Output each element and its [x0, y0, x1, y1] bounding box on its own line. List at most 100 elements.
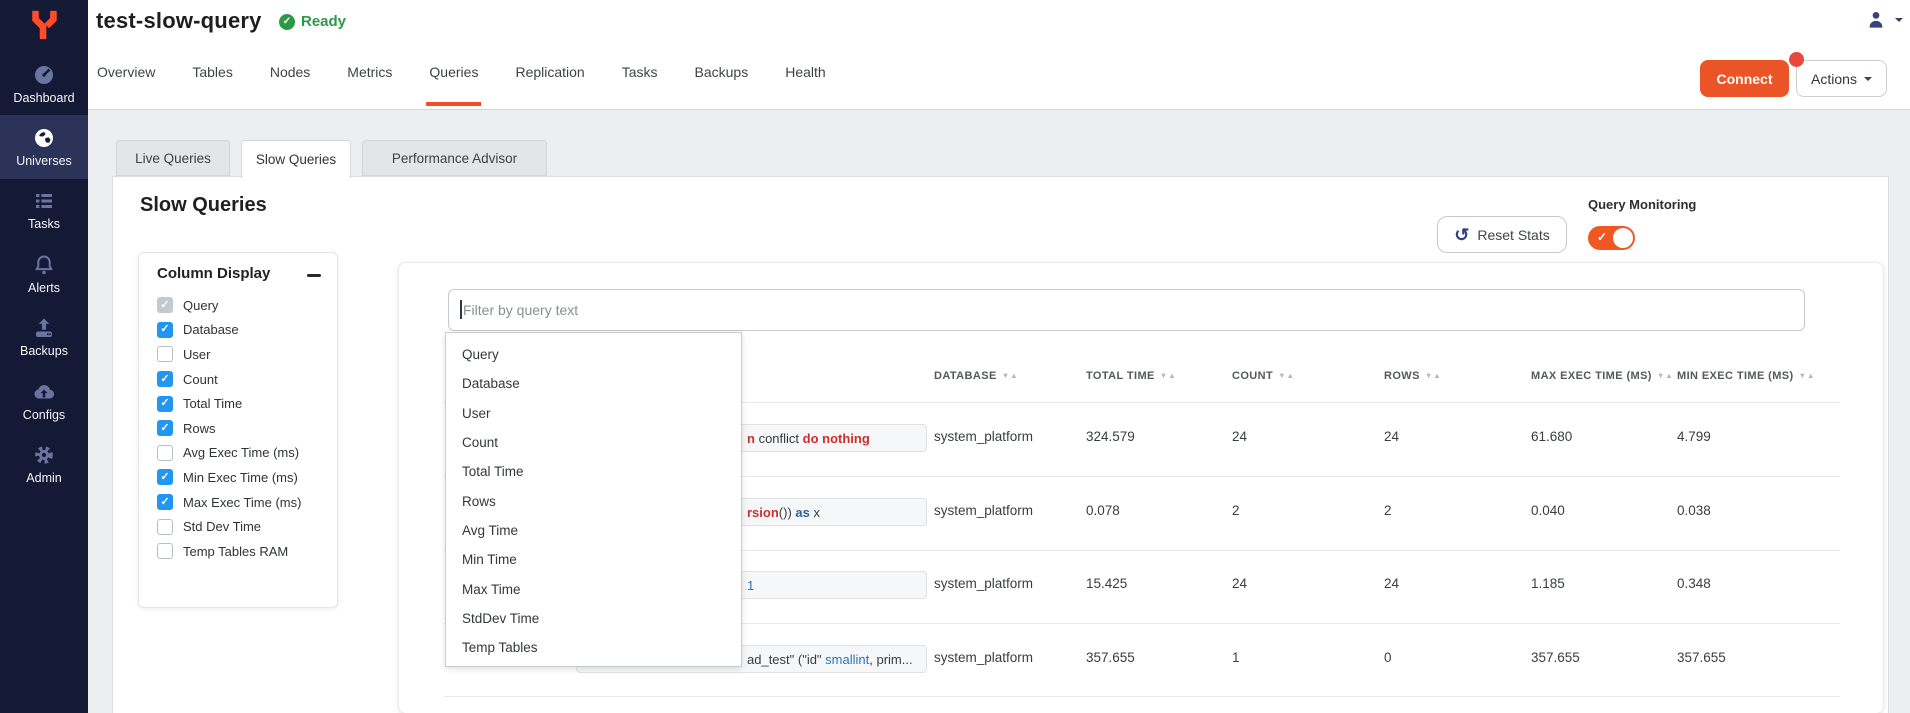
column-header-total-time[interactable]: TOTAL TIME▼▲: [1086, 370, 1177, 382]
dropdown-item-total-time[interactable]: Total Time: [446, 457, 741, 486]
column-option-query[interactable]: ✓ Query: [157, 293, 329, 318]
column-option-temp-tables-ram[interactable]: Temp Tables RAM: [157, 539, 329, 564]
column-option-total-time[interactable]: ✓ Total Time: [157, 391, 329, 416]
column-header-count[interactable]: COUNT▼▲: [1232, 370, 1295, 382]
sidebar-item-tasks[interactable]: Tasks: [0, 179, 88, 242]
column-header-min-exec-time-ms[interactable]: MIN EXEC TIME (MS)▼▲: [1677, 370, 1815, 382]
column-header-label: TOTAL TIME: [1086, 370, 1155, 382]
checkbox-std-dev-time[interactable]: [157, 519, 173, 535]
total-time-cell: 324.579: [1086, 429, 1135, 444]
dropdown-item-avg-time[interactable]: Avg Time: [446, 516, 741, 545]
gear-icon: [32, 443, 56, 467]
sidebar-item-label: Universes: [16, 154, 72, 168]
column-display-list: ✓Query✓DatabaseUser✓Count✓Total Time✓Row…: [157, 293, 329, 564]
column-option-user[interactable]: User: [157, 342, 329, 367]
checkbox-count[interactable]: ✓: [157, 371, 173, 387]
checkbox-label: Total Time: [183, 396, 242, 411]
column-option-rows[interactable]: ✓Rows: [157, 416, 329, 441]
checkbox-label: User: [183, 347, 210, 362]
subtab-slow-queries[interactable]: Slow Queries: [241, 140, 351, 178]
checkbox-label: Query: [183, 298, 218, 313]
notification-dot: [1789, 52, 1804, 67]
subtab-live-queries[interactable]: Live Queries: [116, 140, 230, 176]
collapse-minus-icon[interactable]: [307, 274, 321, 277]
query-token: as: [795, 505, 809, 520]
dropdown-item-min-time[interactable]: Min Time: [446, 545, 741, 574]
dropdown-item-query[interactable]: Query: [446, 340, 741, 369]
sidebar-item-label: Tasks: [28, 217, 60, 231]
tab-health[interactable]: Health: [785, 56, 825, 106]
checkbox-query[interactable]: ✓: [157, 297, 173, 313]
checkbox-database[interactable]: ✓: [157, 322, 173, 338]
checkbox-rows[interactable]: ✓: [157, 420, 173, 436]
check-icon: ✓: [160, 423, 169, 434]
checkbox-temp-tables-ram[interactable]: [157, 543, 173, 559]
connect-button[interactable]: Connect: [1700, 60, 1789, 97]
tab-tables[interactable]: Tables: [192, 56, 232, 106]
user-menu[interactable]: [1864, 8, 1903, 32]
sidebar-item-backups[interactable]: Backups: [0, 306, 88, 369]
column-option-std-dev-time[interactable]: Std Dev Time: [157, 514, 329, 539]
sort-icons: ▼▲: [1425, 371, 1442, 380]
tab-overview[interactable]: Overview: [97, 56, 155, 106]
checkbox-avg-exec-time-ms[interactable]: [157, 445, 173, 461]
sidebar-item-label: Admin: [26, 471, 61, 485]
dropdown-item-database[interactable]: Database: [446, 369, 741, 398]
sidebar-item-label: Alerts: [28, 281, 60, 295]
query-filter-input[interactable]: [448, 289, 1805, 331]
dropdown-item-max-time[interactable]: Max Time: [446, 574, 741, 603]
checkbox-max-exec-time-ms[interactable]: ✓: [157, 494, 173, 510]
column-header-database[interactable]: DATABASE▼▲: [934, 370, 1019, 382]
rows-cell: 24: [1384, 576, 1399, 591]
query-token: do nothing: [803, 431, 870, 446]
query-token: 1: [747, 578, 754, 593]
dropdown-item-count[interactable]: Count: [446, 428, 741, 457]
tab-replication[interactable]: Replication: [515, 56, 584, 106]
column-option-max-exec-time-ms[interactable]: ✓Max Exec Time (ms): [157, 490, 329, 515]
sidebar-item-admin[interactable]: Admin: [0, 432, 88, 495]
checkbox-total-time[interactable]: ✓: [157, 396, 173, 412]
sidebar-nav: Dashboard Universes Tasks Alerts BackupsConf…: [0, 52, 88, 496]
min-exec-cell: 0.348: [1677, 576, 1711, 591]
column-option-min-exec-time-ms[interactable]: ✓Min Exec Time (ms): [157, 465, 329, 490]
tab-backups[interactable]: Backups: [695, 56, 749, 106]
dropdown-item-stddev-time[interactable]: StdDev Time: [446, 604, 741, 633]
tab-metrics[interactable]: Metrics: [347, 56, 392, 106]
total-time-cell: 15.425: [1086, 576, 1127, 591]
universe-header: test-slow-query ✓ Ready OverviewTablesNo…: [88, 0, 1910, 110]
max-exec-cell: 0.040: [1531, 503, 1565, 518]
sidebar-item-dashboard[interactable]: Dashboard: [0, 52, 88, 115]
subtab-performance-advisor[interactable]: Performance Advisor: [362, 140, 547, 176]
column-option-avg-exec-time-ms[interactable]: Avg Exec Time (ms): [157, 441, 329, 466]
tab-queries[interactable]: Queries: [429, 56, 478, 106]
column-header-rows[interactable]: ROWS▼▲: [1384, 370, 1442, 382]
sidebar-item-alerts[interactable]: Alerts: [0, 242, 88, 305]
check-icon: ✓: [160, 497, 169, 508]
sidebar-item-universes[interactable]: Universes: [0, 115, 88, 178]
column-header-label: MIN EXEC TIME (MS): [1677, 370, 1794, 382]
query-token: ad_test" ("id": [747, 652, 825, 667]
reset-stats-button[interactable]: ↺ Reset Stats: [1437, 216, 1567, 253]
column-option-count[interactable]: ✓Count: [157, 367, 329, 392]
chevron-down-icon: [1895, 18, 1903, 26]
min-exec-cell: 4.799: [1677, 429, 1711, 444]
column-header-max-exec-time-ms[interactable]: MAX EXEC TIME (MS)▼▲: [1531, 370, 1674, 382]
yugabyte-logo[interactable]: [0, 4, 88, 46]
checkbox-min-exec-time-ms[interactable]: ✓: [157, 469, 173, 485]
query-monitoring-toggle[interactable]: ✓: [1588, 226, 1635, 250]
checkbox-label: Std Dev Time: [183, 519, 261, 534]
dropdown-item-user[interactable]: User: [446, 399, 741, 428]
queries-subtabs: Live Queries Slow Queries Performance Advi…: [116, 140, 547, 178]
dropdown-item-rows[interactable]: Rows: [446, 486, 741, 515]
page-title: test-slow-query: [96, 8, 262, 34]
sort-icons: ▼▲: [1278, 371, 1295, 380]
checkbox-user[interactable]: [157, 346, 173, 362]
actions-button[interactable]: Actions: [1796, 60, 1887, 97]
sidebar-item-configs[interactable]: Configs: [0, 369, 88, 432]
dropdown-item-temp-tables[interactable]: Temp Tables: [446, 633, 741, 662]
tab-tasks[interactable]: Tasks: [622, 56, 658, 106]
column-option-database[interactable]: ✓Database: [157, 318, 329, 343]
tab-nodes[interactable]: Nodes: [270, 56, 310, 106]
bell-icon: [32, 253, 56, 277]
query-token: n: [747, 431, 755, 446]
